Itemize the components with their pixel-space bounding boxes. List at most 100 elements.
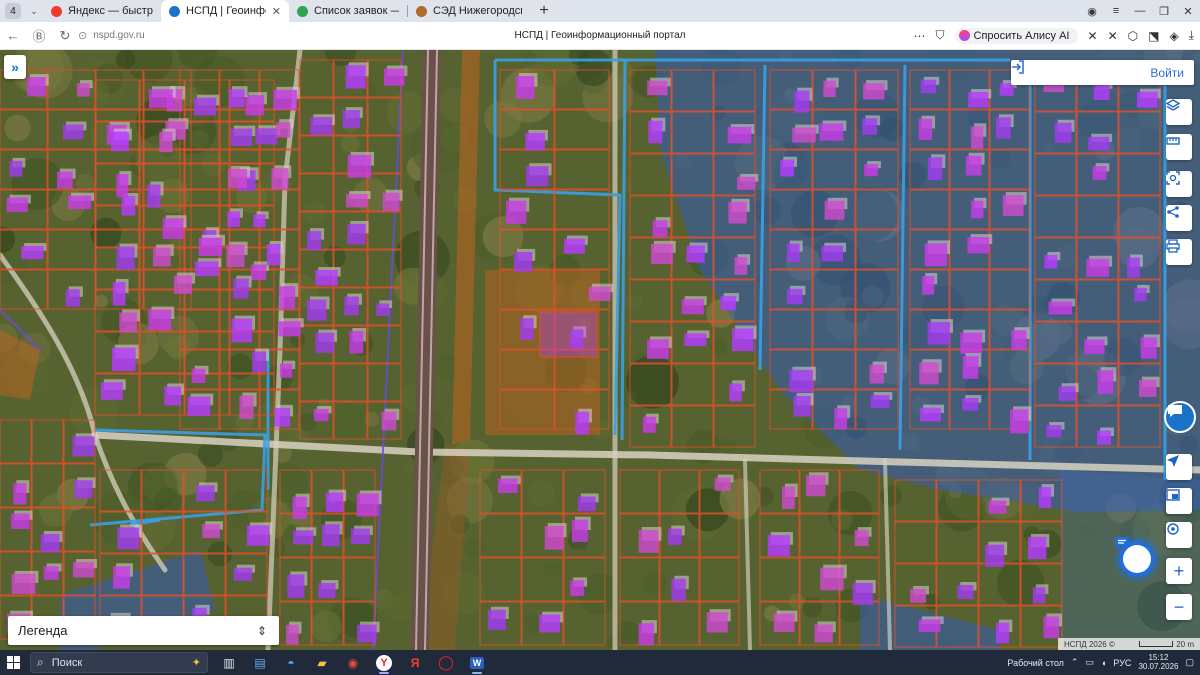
- ruler-button[interactable]: [1166, 134, 1192, 160]
- building[interactable]: [231, 318, 253, 343]
- close-tab-icon[interactable]: ✕: [272, 5, 281, 18]
- building[interactable]: [1058, 386, 1076, 401]
- back-icon[interactable]: ←: [0, 28, 26, 43]
- building[interactable]: [274, 407, 290, 427]
- building[interactable]: [381, 411, 397, 431]
- building[interactable]: [266, 244, 281, 266]
- building[interactable]: [684, 333, 707, 347]
- building[interactable]: [920, 79, 937, 94]
- building[interactable]: [1139, 379, 1157, 397]
- satellite-map[interactable]: [0, 50, 1200, 650]
- building[interactable]: [706, 612, 728, 633]
- building[interactable]: [869, 364, 884, 384]
- assistant-button[interactable]: [1114, 536, 1160, 582]
- file-explorer-icon[interactable]: ▰: [309, 651, 335, 674]
- building[interactable]: [233, 567, 253, 581]
- building[interactable]: [1048, 301, 1073, 315]
- building[interactable]: [111, 347, 136, 372]
- building[interactable]: [119, 312, 137, 333]
- tab-yandex[interactable]: Яндекс — быстрый поиск: [43, 0, 161, 22]
- building[interactable]: [506, 200, 527, 224]
- building[interactable]: [686, 245, 705, 263]
- building[interactable]: [13, 483, 27, 505]
- building[interactable]: [927, 322, 951, 345]
- building[interactable]: [149, 89, 173, 108]
- site-security-icon[interactable]: ⊙: [78, 29, 87, 42]
- building[interactable]: [514, 251, 533, 272]
- building[interactable]: [11, 513, 30, 529]
- edge-icon[interactable]: ◓: [278, 651, 304, 674]
- building[interactable]: [564, 238, 585, 254]
- tab-nspd[interactable]: НСПД | Геоинформаци ✕: [161, 0, 289, 22]
- building[interactable]: [164, 386, 181, 406]
- building[interactable]: [255, 128, 278, 145]
- building[interactable]: [345, 65, 366, 89]
- building[interactable]: [962, 356, 979, 379]
- building[interactable]: [21, 246, 44, 260]
- building[interactable]: [310, 117, 332, 135]
- building[interactable]: [1088, 136, 1110, 151]
- building[interactable]: [570, 580, 585, 596]
- building[interactable]: [191, 368, 206, 383]
- building[interactable]: [988, 500, 1007, 514]
- minimap-button[interactable]: [1166, 488, 1192, 514]
- building[interactable]: [544, 526, 564, 550]
- building[interactable]: [315, 332, 335, 353]
- building[interactable]: [280, 363, 293, 378]
- building[interactable]: [1038, 487, 1052, 508]
- building[interactable]: [227, 211, 240, 227]
- building[interactable]: [648, 120, 663, 144]
- zoom-out-button[interactable]: −: [1166, 594, 1192, 620]
- building[interactable]: [985, 544, 1005, 567]
- building[interactable]: [487, 609, 506, 630]
- building[interactable]: [1134, 287, 1147, 302]
- building[interactable]: [198, 237, 222, 256]
- building[interactable]: [101, 382, 123, 400]
- taskbar-search-input[interactable]: ⌕ Поиск ✦: [30, 652, 208, 673]
- tab-list-dropdown-icon[interactable]: ⌄: [25, 6, 43, 17]
- building[interactable]: [996, 117, 1011, 139]
- building[interactable]: [1044, 255, 1058, 269]
- building[interactable]: [342, 110, 360, 129]
- building[interactable]: [526, 166, 549, 187]
- building[interactable]: [382, 192, 400, 212]
- building[interactable]: [233, 278, 249, 299]
- building[interactable]: [356, 493, 379, 517]
- building[interactable]: [74, 480, 93, 499]
- bookmark-icon[interactable]: ⛉: [936, 28, 945, 43]
- tab-count-badge[interactable]: 4: [5, 3, 21, 19]
- menu-icon[interactable]: ≡: [1104, 5, 1128, 17]
- building[interactable]: [11, 573, 36, 594]
- extension-icon[interactable]: ✕: [1108, 29, 1118, 43]
- building[interactable]: [962, 398, 979, 411]
- building[interactable]: [117, 527, 140, 550]
- building[interactable]: [287, 574, 305, 599]
- building[interactable]: [286, 624, 299, 645]
- building[interactable]: [577, 496, 596, 512]
- building[interactable]: [789, 369, 813, 393]
- building[interactable]: [376, 303, 390, 316]
- building[interactable]: [325, 492, 344, 512]
- building[interactable]: [27, 77, 46, 97]
- restore-icon[interactable]: ❐: [1152, 5, 1176, 18]
- building[interactable]: [651, 243, 673, 264]
- building[interactable]: [148, 309, 172, 331]
- building[interactable]: [910, 589, 926, 603]
- minimize-icon[interactable]: —: [1128, 5, 1152, 17]
- building[interactable]: [276, 122, 291, 138]
- building[interactable]: [681, 299, 704, 315]
- building[interactable]: [1046, 425, 1062, 438]
- building[interactable]: [806, 475, 826, 497]
- clock[interactable]: 15:12 30.07.2026: [1138, 653, 1178, 672]
- building[interactable]: [77, 83, 90, 97]
- building[interactable]: [162, 218, 184, 239]
- building[interactable]: [271, 168, 289, 190]
- building[interactable]: [638, 530, 659, 553]
- profile-icon[interactable]: ◉: [1080, 5, 1104, 18]
- share-button[interactable]: [1166, 205, 1192, 231]
- building[interactable]: [714, 477, 731, 491]
- building[interactable]: [515, 76, 535, 99]
- building[interactable]: [782, 486, 795, 509]
- building[interactable]: [854, 530, 869, 547]
- opera-icon[interactable]: ◯: [433, 651, 459, 674]
